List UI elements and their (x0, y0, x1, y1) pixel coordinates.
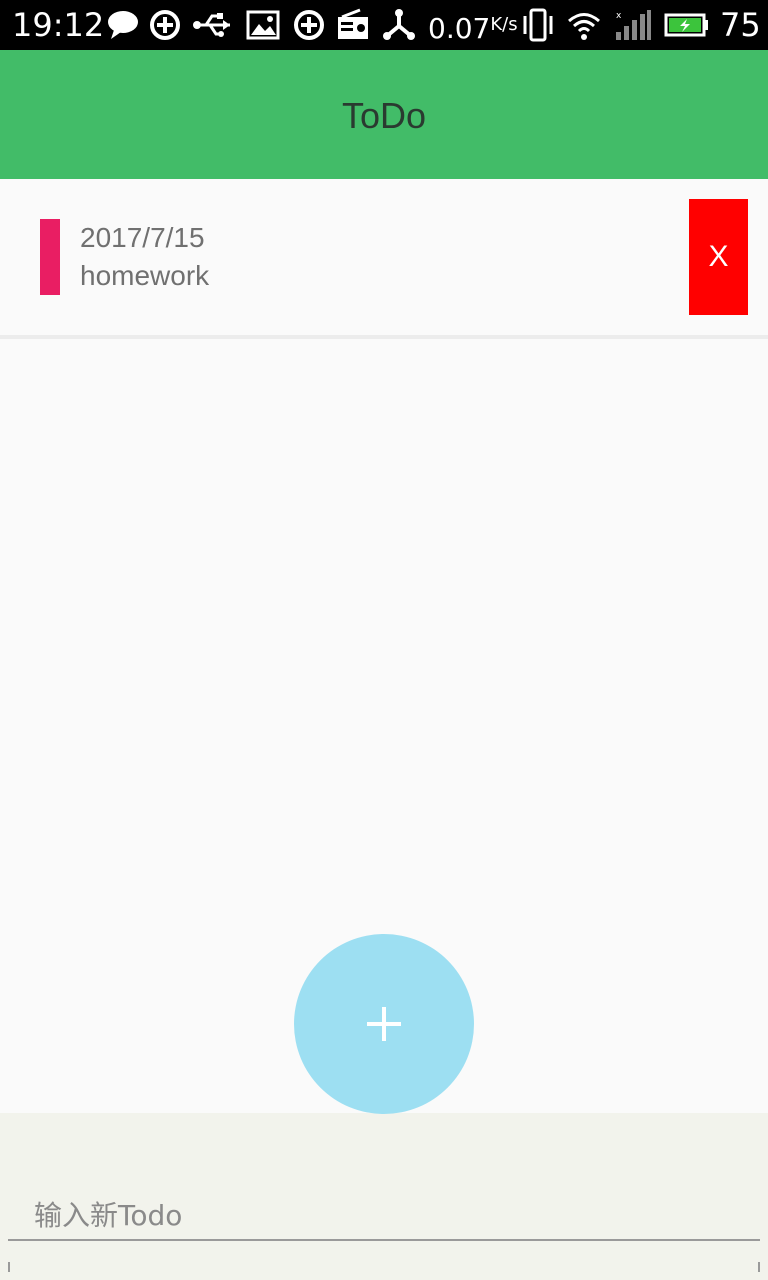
radio-icon (338, 8, 368, 39)
status-bar: 19:12 0.07K/s x 75 (0, 0, 768, 50)
new-todo-input[interactable] (8, 1191, 760, 1241)
todo-item[interactable]: 2017/7/15 homework X (0, 179, 768, 339)
todo-color-marker (40, 219, 60, 295)
usb-icon (193, 13, 230, 37)
wifi-icon (568, 13, 600, 40)
input-underline (8, 1262, 760, 1272)
sync-icon (150, 10, 180, 40)
battery-icon (664, 13, 708, 37)
svg-text:x: x (616, 11, 622, 21)
message-icon (108, 11, 138, 39)
plus-icon (367, 1007, 401, 1041)
todo-list: 2017/7/15 homework X (0, 179, 768, 339)
todo-text: homework (80, 260, 210, 291)
todo-date: 2017/7/15 (80, 222, 205, 253)
vibrate-icon (523, 8, 553, 42)
delete-button[interactable]: X (689, 199, 748, 315)
page-title: ToDo (341, 95, 427, 136)
status-time: 19:12 (12, 6, 105, 44)
app-bar: ToDo (0, 50, 768, 179)
new-todo-area (0, 1113, 768, 1280)
share-icon (383, 9, 415, 40)
image-icon (246, 10, 280, 40)
network-speed-unit: K/s (490, 14, 518, 35)
signal-icon: x (616, 10, 651, 40)
network-speed-value: 0.07 (428, 12, 491, 45)
battery-percent: 75 (720, 6, 761, 44)
sync-icon (294, 10, 324, 40)
network-speed: 0.07K/s (428, 8, 518, 46)
add-todo-button[interactable] (294, 934, 474, 1114)
